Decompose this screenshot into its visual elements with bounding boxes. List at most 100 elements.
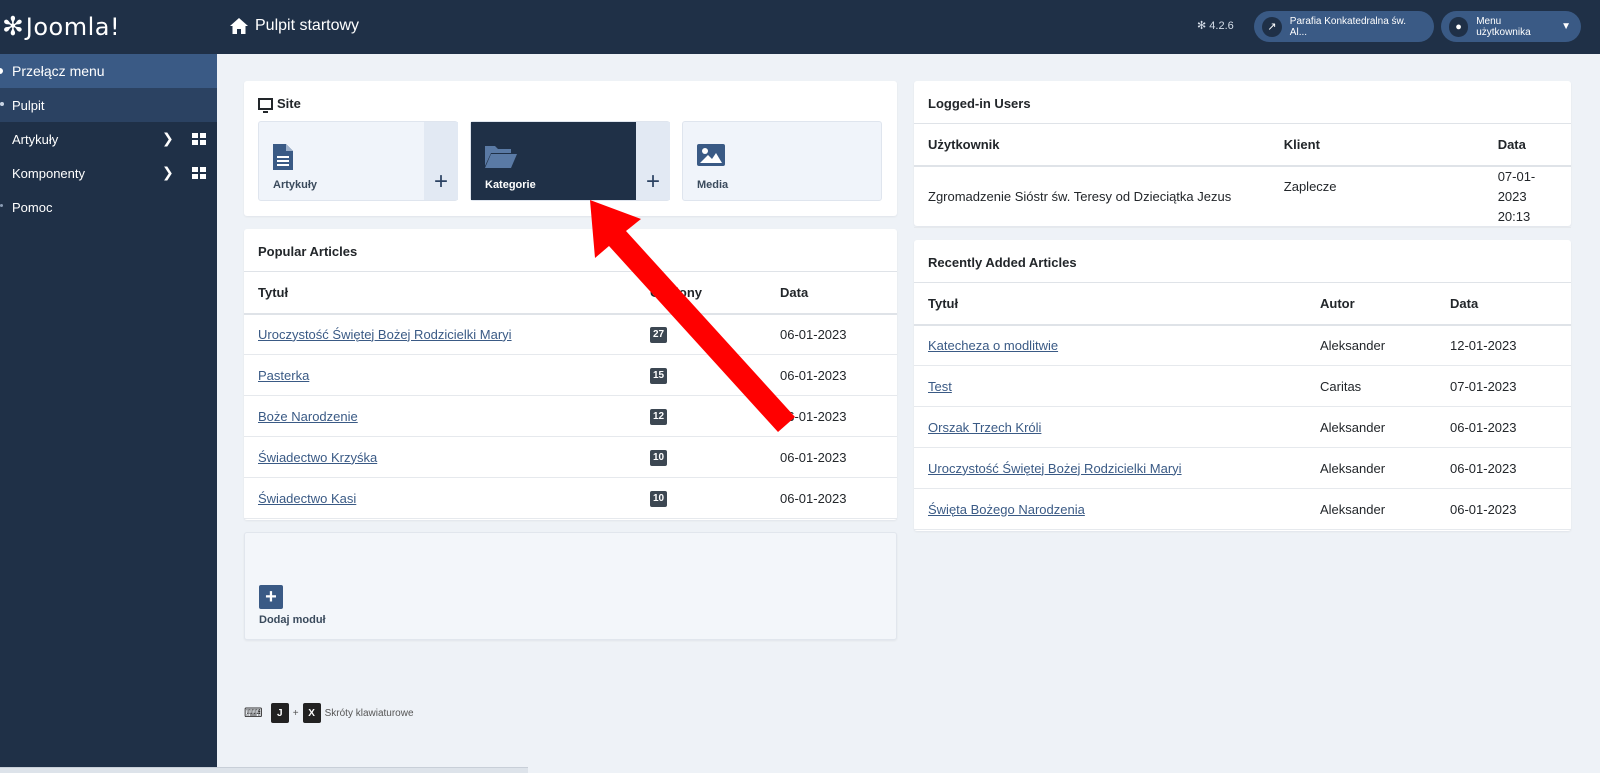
bullet-icon (0, 204, 3, 207)
recent-articles-title: Recently Added Articles (928, 255, 1077, 270)
hits-cell: 10 (636, 477, 766, 519)
key-x: X (302, 703, 321, 723)
dashboard-grid-icon[interactable] (192, 167, 206, 179)
add-module-label: Dodaj moduł (259, 614, 326, 626)
dashboard-grid-icon[interactable] (192, 133, 206, 145)
article-link[interactable]: Orszak Trzech Króli (928, 420, 1041, 435)
add-category-button[interactable]: + (636, 122, 670, 200)
hits-badge: 27 (650, 327, 667, 344)
article-link[interactable]: Świadectwo Krzyśka (258, 450, 377, 465)
table-row: Zgromadzenie Sióstr św. Teresy od Dzieci… (914, 165, 1571, 228)
article-link[interactable]: Boże Narodzenie (258, 409, 358, 424)
chevron-right-icon[interactable]: ❯ (162, 164, 174, 181)
sidebar-item-artykuly[interactable]: Artykuły ❯ (0, 122, 217, 156)
date-cell: 06-01-2023 (766, 395, 897, 437)
table-row: Pasterka 15 06-01-2023 (244, 354, 897, 396)
chevron-right-icon[interactable]: ❯ (162, 130, 174, 147)
table-row: Katecheza o modlitwie Aleksander 12-01-202… (914, 324, 1571, 366)
joomla-logo-icon: ✻ (2, 12, 24, 42)
user-menu-button[interactable]: ● Menu użytkownika ▼ (1441, 11, 1581, 42)
version-number: 4.2.6 (1209, 20, 1234, 32)
logo-text: Joomla! (25, 13, 121, 41)
article-title-cell: Katecheza o modlitwie (914, 324, 1306, 366)
hits-badge: 12 (650, 409, 667, 425)
author-cell: Aleksander (1306, 447, 1436, 489)
article-link[interactable]: Świadectwo Kasi (258, 491, 356, 506)
home-icon (230, 18, 248, 34)
date-cell: 06-01-2023 (766, 436, 897, 478)
browser-status-bar (0, 767, 528, 773)
sidebar-item-pomoc[interactable]: Pomoc (0, 190, 217, 224)
plus-square-icon: + (259, 585, 283, 609)
joomla-logo[interactable]: ✻ Joomla! (0, 0, 217, 54)
hits-cell: 27 (636, 313, 766, 355)
site-link-button[interactable]: ↗ Parafia Konkatedralna św. Al... (1254, 11, 1434, 42)
article-title-cell: Uroczystość Świętej Bożej Rodzicielki Ma… (244, 313, 636, 355)
logged-in-users-card: Logged-in Users Użytkownik Klient Data Z… (914, 81, 1571, 228)
add-module-card[interactable]: + Dodaj moduł (244, 532, 897, 640)
sidebar-item-label: Przełącz menu (12, 63, 105, 79)
date-cell: 06-01-2023 (766, 477, 897, 519)
article-link[interactable]: Pasterka (258, 368, 309, 383)
keyboard-shortcuts[interactable]: ⌨ J + X Skróty klawiaturowe (244, 703, 414, 723)
version-label: ✻ 4.2.6 (1197, 19, 1234, 32)
table-row: Orszak Trzech Króli Aleksander 06-01-2023 (914, 406, 1571, 448)
hits-cell: 15 (636, 354, 766, 396)
column-header: Klient (1269, 123, 1484, 167)
article-title-cell: Świadectwo Kasi (244, 477, 636, 519)
article-link[interactable]: Uroczystość Świętej Bożej Rodzicielki Ma… (258, 327, 512, 342)
sidebar-item-pulpit[interactable]: Pulpit (0, 88, 217, 122)
column-header: Użytkownik (914, 123, 1270, 167)
article-title-cell: Uroczystość Świętej Bożej Rodzicielki Ma… (914, 447, 1306, 489)
article-title-cell: Świadectwo Krzyśka (244, 436, 636, 478)
bullet-icon (0, 68, 3, 74)
add-article-button[interactable]: + (424, 122, 458, 200)
column-header: Data (766, 271, 897, 315)
hits-badge: 15 (650, 368, 667, 384)
sidebar-item-label: Pulpit (12, 97, 45, 113)
key-j: J (270, 703, 289, 723)
article-link[interactable]: Katecheza o modlitwie (928, 338, 1058, 353)
table-header-row: Tytuł Autor Data (914, 282, 1571, 326)
hits-cell: 10 (636, 436, 766, 478)
date-cell: 06-01-2023 (1436, 406, 1571, 448)
column-header: Odsłony (636, 271, 766, 315)
joomla-small-icon: ✻ (1197, 20, 1207, 32)
shortcuts-label: Skróty klawiaturowe (324, 707, 414, 719)
date-cell: 06-01-2023 (766, 354, 897, 396)
site-card-title-text: Site (277, 96, 301, 111)
tile-kategorie-link[interactable]: Kategorie (471, 122, 636, 200)
user-name: Zgromadzenie Sióstr św. Teresy od Dzieci… (914, 165, 1270, 228)
column-header: Tytuł (914, 282, 1306, 326)
sidebar-toggle-menu[interactable]: Przełącz menu (0, 54, 217, 88)
column-header: Data (1483, 123, 1571, 167)
author-cell: Caritas (1306, 365, 1436, 407)
article-link[interactable]: Uroczystość Świętej Bożej Rodzicielki Ma… (928, 461, 1182, 476)
popular-articles-card: Popular Articles Tytuł Odsłony Data Uroc… (244, 229, 897, 520)
plus-sign: + (292, 707, 299, 719)
sidebar-item-komponenty[interactable]: Komponenty ❯ (0, 156, 217, 190)
date-cell: 06-01-2023 (766, 313, 897, 355)
site-link-label: Parafia Konkatedralna św. Al... (1289, 15, 1406, 38)
sidebar: ✻ Joomla! Przełącz menu Pulpit Artykuły … (0, 0, 217, 773)
tile-artykuly-link[interactable]: Artykuły (259, 122, 424, 200)
column-header: Tytuł (244, 271, 636, 315)
column-header: Data (1436, 282, 1571, 326)
author-cell: Aleksander (1306, 488, 1436, 530)
article-link[interactable]: Święta Bożego Narodzenia (928, 502, 1085, 517)
image-icon (697, 144, 725, 166)
header: Pulpit startowy ✻ 4.2.6 ↗ Parafia Konkat… (217, 0, 1600, 54)
logged-in-users-title: Logged-in Users (928, 96, 1031, 111)
date-cell: 07-01-2023 (1436, 365, 1571, 407)
tile-media[interactable]: Media (682, 121, 882, 201)
article-title-cell: Święta Bożego Narodzenia (914, 488, 1306, 530)
article-link[interactable]: Test (928, 379, 952, 394)
external-link-icon: ↗ (1262, 16, 1282, 37)
monitor-icon (258, 97, 273, 113)
sidebar-item-label: Pomoc (12, 199, 53, 215)
table-row: Uroczystość Świętej Bożej Rodzicielki Ma… (244, 313, 897, 355)
article-title-cell: Pasterka (244, 354, 636, 396)
table-row: Świadectwo Krzyśka 10 06-01-2023 (244, 436, 897, 478)
hits-badge: 10 (650, 450, 667, 466)
hits-cell: 12 (636, 395, 766, 437)
